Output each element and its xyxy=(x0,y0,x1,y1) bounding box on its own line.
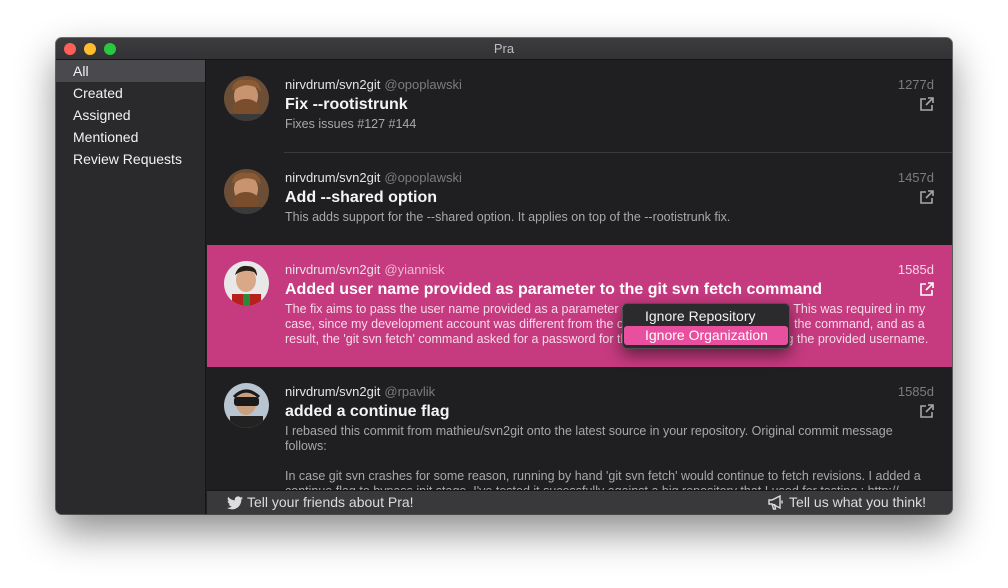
repo-label: nirvdrum/svn2git xyxy=(285,384,381,399)
description-text: Fixes issues #127 #144 xyxy=(285,117,417,131)
sidebar: All Created Assigned Mentioned Review Re… xyxy=(56,60,206,514)
window-title: Pra xyxy=(493,41,515,56)
sidebar-item-created[interactable]: Created xyxy=(56,82,205,104)
author-handle[interactable]: @rpavlik xyxy=(384,384,435,399)
pull-request-title: Add --shared option xyxy=(285,189,437,206)
external-link-icon[interactable] xyxy=(919,281,935,297)
share-label: Tell your friends about Pra! xyxy=(247,494,414,510)
menu-item-ignore-organization[interactable]: Ignore Organization xyxy=(624,326,788,345)
pull-request-title: Fix --rootistrunk xyxy=(285,96,408,113)
feedback-label: Tell us what you think! xyxy=(789,494,926,510)
app-window: Pra All Created Assigned Mentioned Revie… xyxy=(56,38,952,514)
repo-label: nirvdrum/svn2git xyxy=(285,77,381,92)
description-text: I rebased this commit from mathieu/svn2g… xyxy=(285,424,893,453)
megaphone-icon xyxy=(767,494,789,510)
menu-item-ignore-repository[interactable]: Ignore Repository xyxy=(624,307,788,326)
feedback-link[interactable]: Tell us what you think! xyxy=(767,494,926,510)
external-link-icon[interactable] xyxy=(919,403,935,419)
pull-request-title: added a continue flag xyxy=(285,403,450,420)
avatar xyxy=(224,76,269,121)
description-text: The fix aims to pass the user name provi… xyxy=(285,302,929,346)
age-label: 1585d xyxy=(897,262,934,277)
age-label: 1277d xyxy=(897,77,934,92)
avatar xyxy=(224,261,269,306)
pull-request-title: Added user name provided as parameter to… xyxy=(285,281,823,298)
twitter-icon xyxy=(227,494,247,510)
author-handle[interactable]: @yiannisk xyxy=(384,262,444,277)
pull-request-description: Fixes issues #127 #144 xyxy=(285,117,933,147)
external-link-icon[interactable] xyxy=(919,189,935,205)
pull-request-list: nirvdrum/svn2git @opoplawski 1277d Fix --… xyxy=(207,60,952,490)
author-handle[interactable]: @opoplawski xyxy=(384,77,462,92)
pull-request-row[interactable]: nirvdrum/svn2git @opoplawski 1277d Fix --… xyxy=(207,60,952,152)
repo-name: nirvdrum/svn2git @opoplawski xyxy=(285,77,462,92)
pull-request-description: I rebased this commit from mathieu/svn2g… xyxy=(285,424,933,490)
context-menu: Ignore Repository Ignore Organization xyxy=(622,303,790,349)
age-label: 1457d xyxy=(897,170,934,185)
pull-request-row[interactable]: nirvdrum/svn2git @opoplawski 1457d Add --… xyxy=(207,153,952,245)
repo-name: nirvdrum/svn2git @opoplawski xyxy=(285,170,462,185)
repo-label: nirvdrum/svn2git xyxy=(285,262,381,277)
share-link[interactable]: Tell your friends about Pra! xyxy=(227,494,414,510)
pull-request-row[interactable]: nirvdrum/svn2git @rpavlik 1585d added a c… xyxy=(207,367,952,490)
sidebar-item-assigned[interactable]: Assigned xyxy=(56,104,205,126)
external-link-icon[interactable] xyxy=(919,96,935,112)
title-bar: Pra xyxy=(56,38,952,60)
sidebar-item-mentioned[interactable]: Mentioned xyxy=(56,126,205,148)
footer-bar: Tell your friends about Pra! Tell us wha… xyxy=(207,490,952,514)
avatar xyxy=(224,169,269,214)
repo-name: nirvdrum/svn2git @yiannisk xyxy=(285,262,445,277)
sidebar-item-all[interactable]: All xyxy=(56,60,205,82)
sidebar-item-review-requests[interactable]: Review Requests xyxy=(56,148,205,170)
repo-name: nirvdrum/svn2git @rpavlik xyxy=(285,384,435,399)
description-text: This adds support for the --shared optio… xyxy=(285,210,731,224)
pull-request-row-selected[interactable]: nirvdrum/svn2git @yiannisk 1585d Added us… xyxy=(207,245,952,367)
description-text: In case git svn crashes for some reason,… xyxy=(285,469,921,490)
repo-label: nirvdrum/svn2git xyxy=(285,170,381,185)
avatar xyxy=(224,383,269,428)
age-label: 1585d xyxy=(897,384,934,399)
pull-request-description: This adds support for the --shared optio… xyxy=(285,210,933,240)
author-handle[interactable]: @opoplawski xyxy=(384,170,462,185)
pull-request-description: The fix aims to pass the user name provi… xyxy=(285,302,933,362)
